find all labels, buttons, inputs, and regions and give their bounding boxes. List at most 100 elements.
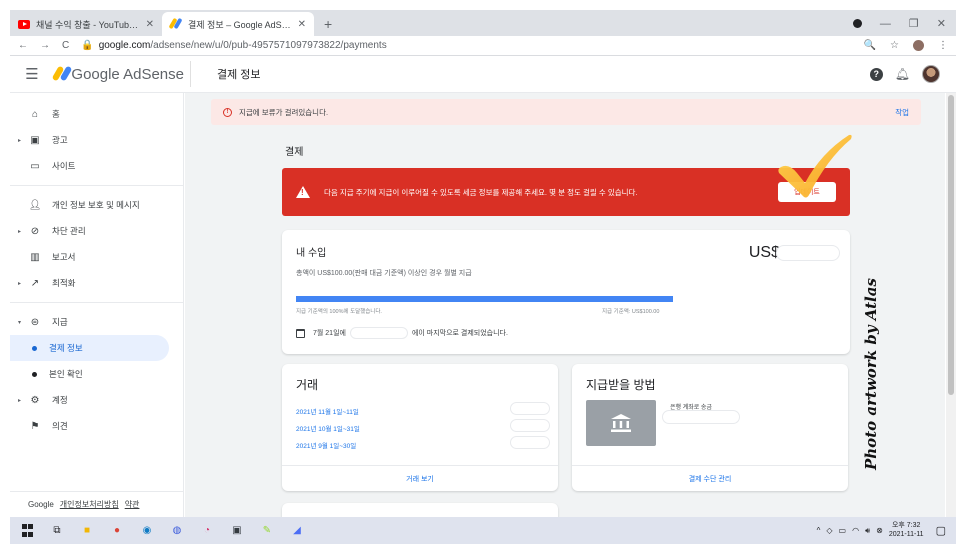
feedback-icon: ⚑ <box>30 420 40 432</box>
warning-icon: ! <box>223 107 232 117</box>
sidebar-item-label: 최적화 <box>52 278 76 288</box>
caret-right-icon: ▸ <box>18 397 22 404</box>
divider <box>10 302 183 303</box>
sidebar-item-ads[interactable]: ▸ ▣ 광고 <box>10 127 183 153</box>
sidebar-item-label: 계정 <box>52 395 68 405</box>
windows-start-icon[interactable] <box>20 524 34 538</box>
wifi-icon[interactable]: ◠ <box>852 526 859 535</box>
alert-triangle-icon: ! <box>296 186 310 198</box>
sidebar-item-privacy[interactable]: 👤︎ 개인 정보 보호 및 메시지 <box>10 192 183 218</box>
clock[interactable]: 오후 7:32 2021-11-11 <box>889 522 924 538</box>
record-icon[interactable] <box>852 19 862 28</box>
site-icon: ▭ <box>30 160 40 172</box>
optimize-icon: ↗ <box>30 277 40 289</box>
clock-date: 2021-11-11 <box>888 530 924 538</box>
bullet-icon <box>32 345 37 351</box>
forward-icon[interactable]: → <box>40 40 50 51</box>
progress-left-label: 지급 기준액의 100%에 도달했습니다. <box>296 309 382 315</box>
sidebar-item-account[interactable]: ▸ ⚙ 계정 <box>10 387 183 413</box>
zoom-icon[interactable]: 🔍 <box>864 40 876 51</box>
section-title: 결제 <box>285 147 304 158</box>
address-bar: ← → C 🔒 google.com/adsense/new/u/0/pub-4… <box>10 36 956 56</box>
help-icon[interactable]: ? <box>869 67 883 81</box>
sidebar-item-label: 사이트 <box>52 161 76 171</box>
header-divider <box>190 61 191 87</box>
network-icon[interactable]: ◇ <box>826 526 832 535</box>
new-tab-button[interactable]: + <box>314 16 342 36</box>
reload-icon[interactable]: C <box>62 40 69 51</box>
sidebar-item-optimize[interactable]: ▸ ↗ 최적화 <box>10 270 183 296</box>
bell-icon[interactable]: 🔔︎ <box>895 67 910 81</box>
watermark-text: Photo artwork by Atlas <box>862 278 880 470</box>
privacy-policy-link[interactable]: 개인정보처리방침 <box>60 499 119 510</box>
caret-right-icon: ▸ <box>18 228 22 235</box>
file-explorer-icon[interactable]: ■ <box>80 524 94 538</box>
terms-link[interactable]: 약관 <box>125 499 140 510</box>
sidebar-item-blocking[interactable]: ▸ ⊘ 차단 관리 <box>10 218 183 244</box>
redacted-value <box>510 436 550 449</box>
close-tab-icon[interactable]: ✕ <box>298 19 306 30</box>
page-scrollbar[interactable] <box>946 93 956 517</box>
sidebar-item-label: 지급 <box>52 317 68 327</box>
view-transactions-link[interactable]: 거래 보기 <box>282 465 558 491</box>
scrollbar-thumb[interactable] <box>948 95 954 395</box>
manage-payment-methods-link[interactable]: 결제 수단 관리 <box>572 465 848 491</box>
input-method-icon[interactable]: ⊗ <box>876 526 883 535</box>
star-icon[interactable]: ☆ <box>890 40 899 51</box>
sidebar-item-label: 홈 <box>52 109 60 119</box>
alert-text: 다음 지급 주기에 지급이 이루어질 수 있도록 세금 정보를 제공해 주세요.… <box>324 187 638 197</box>
sidebar-item-reports[interactable]: ▥ 보고서 <box>10 244 183 270</box>
sidebar-footer: Google 개인정보처리방침 약관 <box>10 491 184 517</box>
checkmark-overlay-icon <box>778 134 852 198</box>
edge-icon[interactable]: ◉ <box>140 524 154 538</box>
ads-icon: ▣ <box>30 134 40 146</box>
back-icon[interactable]: ← <box>18 40 28 51</box>
app-icon[interactable]: ◔ <box>200 524 214 538</box>
tray-expand-icon[interactable]: ^ <box>817 526 821 535</box>
sidebar-item-feedback[interactable]: ⚑ 의견 <box>10 413 183 439</box>
tab-title: 채널 수익 창출 - YouTube Studio <box>36 19 140 30</box>
avatar[interactable] <box>922 65 940 83</box>
close-tab-icon[interactable]: ✕ <box>146 19 154 30</box>
block-icon: ⊘ <box>30 225 40 237</box>
transaction-link[interactable]: 2021년 11월 1일~11일 <box>296 406 359 416</box>
volume-icon[interactable]: 🔊︎ <box>865 526 870 536</box>
app-icon[interactable]: ◍ <box>170 524 184 538</box>
app-icon[interactable]: ▣ <box>230 524 244 538</box>
sidebar-item-home[interactable]: ⌂ 홈 <box>10 101 183 127</box>
tax-info-alert: ! 다음 지급 주기에 지급이 이루어질 수 있도록 세금 정보를 제공해 주세… <box>282 168 850 216</box>
sidebar-item-verification[interactable]: 본인 확인 <box>10 361 183 387</box>
browser-tab-strip: 채널 수익 창출 - YouTube Studio ✕ 결제 정보 – Goog… <box>10 10 956 36</box>
tab-adsense-payments[interactable]: 결제 정보 – Google AdSense ✕ <box>162 12 314 36</box>
main-content: ! 지급에 보류가 걸려있습니다. 작업 결제 ! 다음 지급 주기에 지급이 … <box>185 93 945 517</box>
sidebar-item-payments[interactable]: ▾ ⊜ 지급 <box>10 309 183 335</box>
task-view-icon[interactable]: ⧉ <box>50 524 64 538</box>
redacted-account <box>662 410 740 424</box>
transaction-link[interactable]: 2021년 10월 1일~31일 <box>296 423 360 433</box>
progress-fill <box>296 296 673 302</box>
privacy-icon: 👤︎ <box>28 199 42 211</box>
menu-kebab-icon[interactable]: ⋮ <box>938 40 948 51</box>
last-payment-text: 에이 마지막으로 결제되었습니다. <box>411 330 508 337</box>
notification-icon[interactable]: ▢ <box>936 524 946 537</box>
earnings-card: 내 수입 US$ 총액이 US$100.00(판매 대금 기준액) 이상인 경우… <box>282 230 850 354</box>
app-icon[interactable]: ◢ <box>290 524 304 538</box>
url-field[interactable]: 🔒 google.com/adsense/new/u/0/pub-4957571… <box>81 40 851 51</box>
transaction-link[interactable]: 2021년 9월 1일~30일 <box>296 440 356 450</box>
minimize-icon[interactable]: — <box>880 18 891 30</box>
maximize-icon[interactable]: ❐ <box>909 17 919 30</box>
close-window-icon[interactable]: ✕ <box>937 17 946 30</box>
redacted-amount <box>776 245 840 261</box>
adsense-logo-icon <box>51 65 73 82</box>
app-icon[interactable]: ✎ <box>260 524 274 538</box>
hamburger-menu-icon[interactable]: ☰ <box>10 65 54 83</box>
brand[interactable]: Google AdSense <box>51 65 184 83</box>
battery-icon[interactable]: ▭ <box>839 526 847 535</box>
tab-youtube-studio[interactable]: 채널 수익 창출 - YouTube Studio ✕ <box>10 12 162 36</box>
sidebar-item-payment-info[interactable]: 결제 정보 <box>10 335 169 361</box>
banner-action-link[interactable]: 작업 <box>895 107 909 118</box>
sidebar-item-sites[interactable]: ▭ 사이트 <box>10 153 183 179</box>
sidebar-item-label: 보고서 <box>52 252 76 262</box>
profile-icon[interactable] <box>913 40 924 51</box>
chrome-icon[interactable]: ● <box>110 524 124 538</box>
